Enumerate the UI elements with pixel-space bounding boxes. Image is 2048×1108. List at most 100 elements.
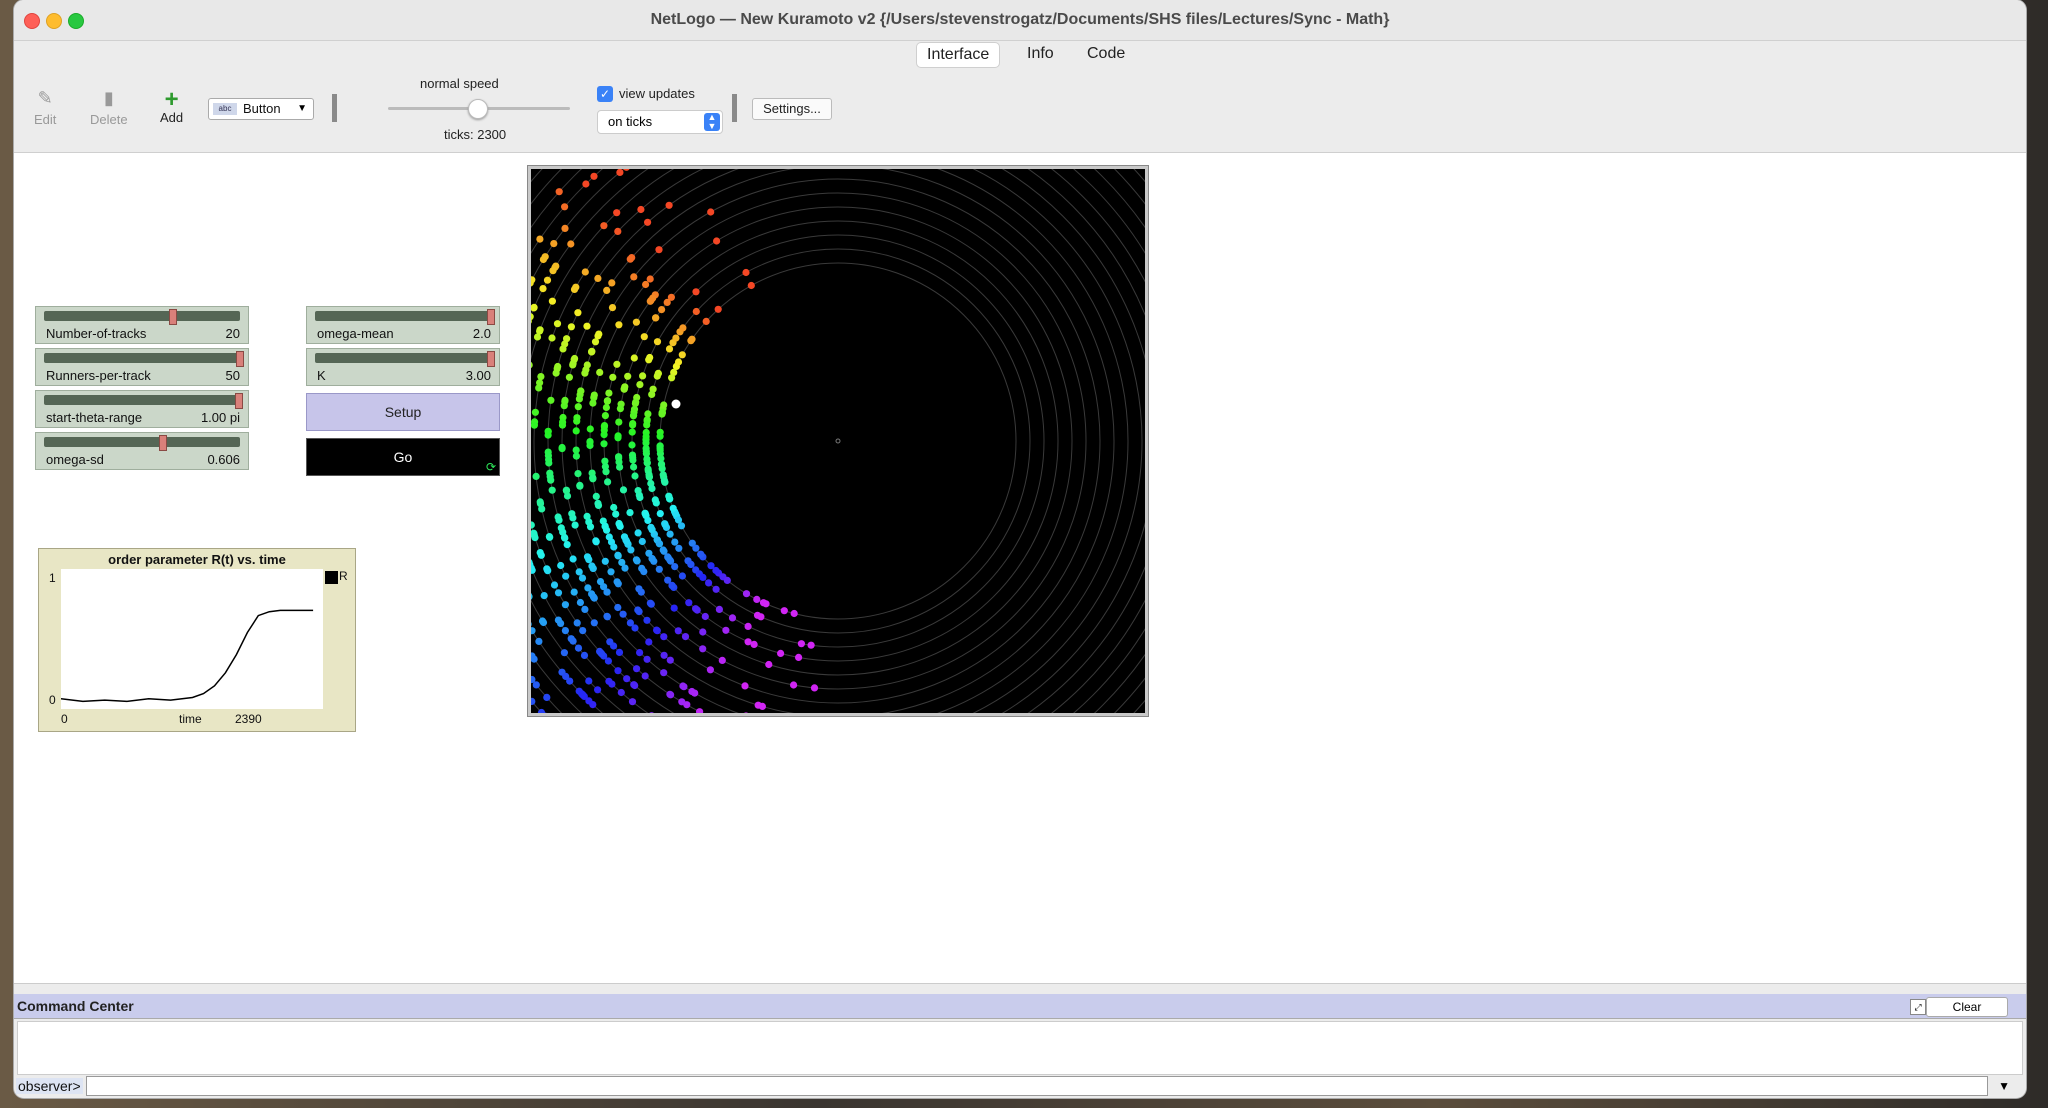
runner-dot [601, 557, 609, 565]
runner-dot [713, 237, 721, 245]
runner-dot [576, 598, 584, 607]
runner-dot [613, 360, 621, 368]
runner-dot [558, 421, 567, 429]
slider-value: 2.0 [472, 326, 491, 341]
runner-dot [553, 365, 561, 373]
widget-type-select[interactable]: abc Button ▼ [208, 98, 314, 120]
runner-dot [549, 267, 557, 275]
runner-dot [639, 372, 647, 380]
runner-dot [628, 441, 636, 449]
slider-omega-mean[interactable]: omega-mean 2.0 [306, 306, 500, 344]
runner-dot [616, 463, 624, 471]
runner-dot [589, 399, 597, 407]
slider-name: K [317, 368, 326, 383]
update-mode-select[interactable]: on ticks ▲ ▼ [597, 110, 723, 134]
runner-dot [561, 203, 569, 211]
runner-dot [629, 421, 637, 429]
runner-dot [538, 617, 547, 625]
go-button[interactable]: Go ⟳ [306, 438, 500, 476]
runner-dot [614, 603, 622, 612]
tab-code[interactable]: Code [1077, 42, 1135, 66]
runner-dot [594, 686, 602, 694]
track-ring [575, 178, 1101, 704]
runner-dot [623, 537, 631, 545]
runner-dot [560, 649, 568, 657]
runner-dot [615, 321, 623, 329]
runner-dot [550, 581, 559, 589]
add-button[interactable]: + Add [160, 86, 183, 125]
runner-dot [797, 640, 805, 648]
runner-dot [569, 555, 577, 563]
clear-button[interactable]: Clear [1926, 997, 2008, 1017]
plot-svg [60, 609, 314, 703]
runner-dot [666, 690, 674, 698]
runner-dot [693, 606, 701, 614]
runner-dot [644, 218, 652, 226]
runner-dot [723, 576, 731, 584]
slider-thumb[interactable] [235, 393, 243, 409]
slider-value: 0.606 [207, 452, 240, 467]
runner-dot [615, 454, 623, 462]
runner-dot [572, 452, 580, 460]
runner-dot [610, 503, 618, 512]
slider-name: omega-mean [317, 326, 394, 341]
settings-button[interactable]: Settings... [752, 98, 832, 120]
runner-dot [570, 285, 579, 293]
chevron-down-icon[interactable]: ▼ [1998, 1079, 2010, 1093]
runner-dot [633, 557, 641, 565]
title-bar: NetLogo — New Kuramoto v2 {/Users/steven… [14, 0, 2026, 41]
runner-dot [777, 649, 785, 657]
runner-dot [642, 432, 650, 441]
expand-icon[interactable]: ⤢ [1910, 999, 1926, 1015]
runner-dot [664, 576, 672, 584]
runner-dot [563, 335, 571, 343]
slider-value: 1.00 pi [200, 410, 240, 425]
observer-prompt[interactable]: observer> [16, 1078, 83, 1094]
runner-dot [688, 335, 696, 343]
slider-thumb[interactable] [236, 351, 244, 367]
slider-k[interactable]: K 3.00 [306, 348, 500, 386]
delete-button[interactable]: ▮ Delete [90, 88, 128, 127]
runner-dot [603, 397, 612, 405]
slider-runners-per-track[interactable]: Runners-per-track 50 [35, 348, 249, 386]
slider-thumb[interactable] [159, 435, 167, 451]
tab-interface[interactable]: Interface [916, 42, 1001, 68]
speed-slider-thumb[interactable] [468, 99, 488, 119]
runner-dot [600, 440, 608, 448]
runner-dot [574, 403, 582, 411]
runner-dot [637, 588, 645, 596]
tab-info[interactable]: Info [1017, 42, 1064, 66]
world-view[interactable] [528, 166, 1148, 716]
setup-button[interactable]: Setup [306, 393, 500, 431]
command-center-splitter[interactable] [14, 983, 2026, 994]
runner-dot [575, 568, 583, 576]
slider-start-theta-range[interactable]: start-theta-range 1.00 pi [35, 390, 249, 428]
runner-dot [668, 374, 676, 382]
slider-thumb[interactable] [487, 351, 495, 367]
netlogo-window: NetLogo — New Kuramoto v2 {/Users/steven… [14, 0, 2026, 1098]
slider-omega-sd[interactable]: omega-sd 0.606 [35, 432, 249, 470]
runner-dot [665, 492, 673, 500]
slider-thumb[interactable] [487, 309, 495, 325]
forever-loop-icon: ⟳ [485, 460, 496, 474]
edit-button[interactable]: ✎ Edit [34, 88, 56, 127]
track-ring [531, 169, 1145, 713]
runner-dot [744, 622, 752, 630]
runner-dot [561, 601, 569, 609]
stepper-arrows-icon: ▲ ▼ [704, 113, 720, 131]
runner-dot [660, 651, 668, 659]
runner-dot [536, 326, 544, 334]
slider-thumb[interactable] [169, 309, 177, 325]
command-input[interactable] [86, 1076, 1988, 1096]
slider-number-of-tracks[interactable]: Number-of-tracks 20 [35, 306, 249, 344]
edit-label: Edit [34, 112, 57, 127]
runner-dot [531, 361, 533, 369]
runner-dot [561, 224, 569, 232]
runner-dot [561, 627, 569, 635]
runner-dot [581, 369, 589, 377]
command-output-area[interactable] [17, 1021, 2023, 1075]
view-updates-checkbox[interactable]: ✓ [597, 86, 613, 102]
runner-dot [633, 665, 641, 673]
runner-dot [539, 285, 547, 293]
runner-dot [657, 460, 666, 468]
